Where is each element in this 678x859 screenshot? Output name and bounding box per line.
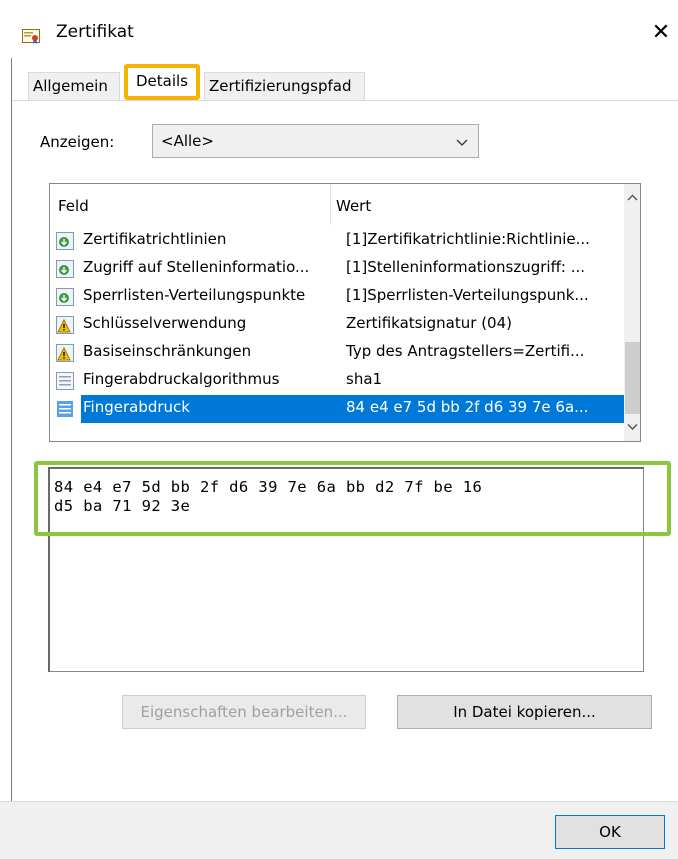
tab-details[interactable]: Details — [124, 64, 200, 100]
list-item-field: Zugriff auf Stelleninformatio... — [83, 258, 310, 276]
list-item[interactable]: Sperrlisten-Verteilungspunkte [1]Sperrli… — [50, 283, 624, 311]
list-item-value: [1]Sperrlisten-Verteilungspunk... — [346, 286, 589, 304]
list-item-value: Typ des Antragstellers=Zertifi... — [346, 342, 585, 360]
show-label: Anzeigen: — [40, 133, 115, 151]
extension-icon — [56, 232, 74, 250]
list-item-field: Fingerabdruckalgorithmus — [83, 370, 280, 388]
list-item-value: 84 e4 e7 5d bb 2f d6 39 7e 6a... — [346, 398, 589, 416]
list-item-field: Basiseinschränkungen — [83, 342, 252, 360]
list-item-field: Fingerabdruck — [83, 398, 190, 416]
copy-to-file-button[interactable]: In Datei kopieren... — [397, 695, 652, 729]
list-item[interactable]: Zugriff auf Stelleninformatio... [1]Stel… — [50, 255, 624, 283]
ok-button[interactable]: OK — [555, 815, 665, 849]
edit-properties-button[interactable]: Eigenschaften bearbeiten... — [122, 695, 366, 729]
scroll-down-icon[interactable] — [624, 418, 640, 435]
fields-listview[interactable]: Feld Wert Zertifikatrichtlinien [1]Zerti… — [49, 183, 641, 442]
list-item-value: sha1 — [346, 370, 383, 388]
property-icon — [56, 400, 74, 418]
column-header-value[interactable]: Wert — [336, 197, 371, 215]
critical-extension-icon — [56, 316, 74, 334]
list-item-value: [1]Stelleninformationszugriff: ... — [346, 258, 586, 276]
window-title: Zertifikat — [56, 22, 134, 42]
vertical-scrollbar[interactable] — [624, 184, 640, 441]
list-item[interactable]: Basiseinschränkungen Typ des Antragstell… — [50, 339, 624, 367]
list-item-field: Sperrlisten-Verteilungspunkte — [83, 286, 306, 304]
highlight-frame — [34, 461, 671, 536]
critical-extension-icon — [56, 344, 74, 362]
list-item-field: Schlüsselverwendung — [83, 314, 247, 332]
show-dropdown[interactable]: <Alle> — [152, 124, 479, 158]
certificate-dialog: Zertifikat ✕ Allgemein Details Zertifizi… — [0, 0, 678, 859]
scroll-up-icon[interactable] — [624, 190, 640, 207]
chevron-down-icon — [456, 134, 468, 146]
extension-icon — [56, 288, 74, 306]
list-item[interactable]: Fingerabdruckalgorithmus sha1 — [50, 367, 624, 395]
tab-general[interactable]: Allgemein — [28, 72, 120, 100]
column-separator[interactable] — [330, 184, 331, 225]
list-item-field: Zertifikatrichtlinien — [83, 230, 227, 248]
extension-icon — [56, 260, 74, 278]
show-dropdown-value: <Alle> — [161, 132, 214, 150]
list-item-selected[interactable]: Fingerabdruck 84 e4 e7 5d bb 2f d6 39 7e… — [50, 395, 624, 423]
title-bar: Zertifikat ✕ — [0, 0, 678, 58]
tab-certification-path[interactable]: Zertifizierungspfad — [204, 72, 365, 100]
scrollbar-thumb[interactable] — [625, 342, 640, 414]
list-item-value: [1]Zertifikatrichtlinie:Richtlinie... — [346, 230, 590, 248]
list-item-value: Zertifikatsignatur (04) — [346, 314, 512, 332]
column-header-field[interactable]: Feld — [58, 197, 89, 215]
list-item[interactable]: Schlüsselverwendung Zertifikatsignatur (… — [50, 311, 624, 339]
certificate-icon — [22, 28, 40, 44]
list-item[interactable]: Zertifikatrichtlinien [1]Zertifikatricht… — [50, 227, 624, 255]
property-icon — [56, 372, 74, 390]
close-button[interactable]: ✕ — [646, 18, 676, 48]
